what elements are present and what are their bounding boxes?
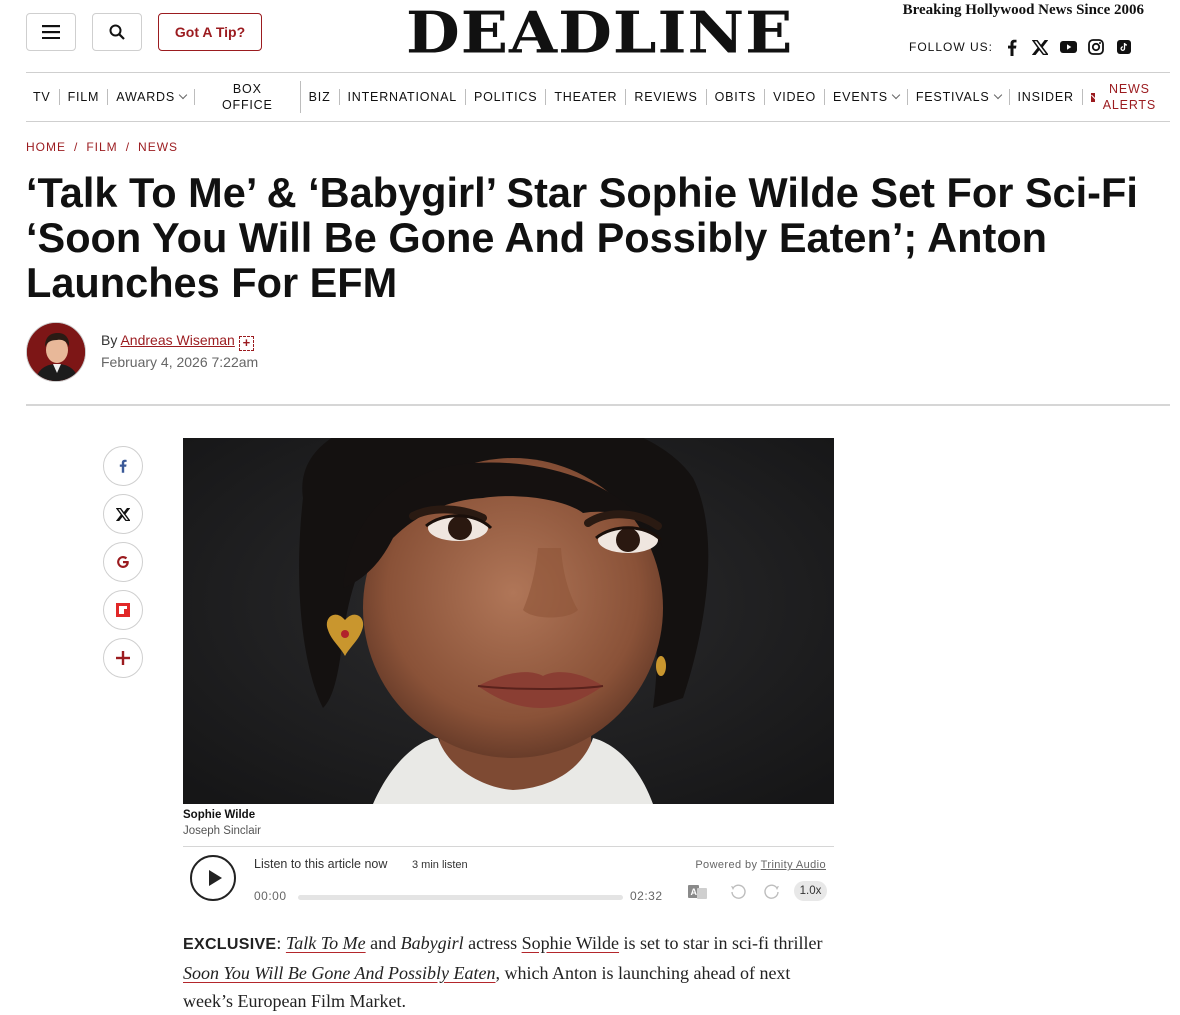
got-a-tip-button[interactable]: Got A Tip?: [158, 13, 262, 51]
share-flipboard-button[interactable]: [103, 590, 143, 630]
share-facebook-button[interactable]: [103, 446, 143, 486]
google-icon: [117, 556, 129, 568]
instagram-icon[interactable]: [1087, 38, 1105, 56]
author-avatar[interactable]: [26, 322, 86, 382]
share-more-button[interactable]: [103, 638, 143, 678]
nav-festivals-label: FESTIVALS: [915, 90, 990, 104]
menu-button[interactable]: [26, 13, 76, 51]
youtube-icon[interactable]: [1059, 38, 1077, 56]
x-icon: [116, 507, 130, 521]
nav-theater[interactable]: THEATER: [546, 89, 627, 105]
nav-box-office-line2: OFFICE: [222, 98, 273, 112]
search-button[interactable]: [92, 13, 142, 51]
actor-link-sophie-wilde[interactable]: Sophie Wilde: [522, 933, 619, 953]
audio-player: Listen to this article now 3 min listen …: [183, 846, 834, 910]
provider-link[interactable]: Trinity Audio: [761, 859, 826, 871]
breadcrumb-film[interactable]: FILM: [86, 140, 117, 154]
svg-text:A: A: [691, 887, 698, 897]
site-tagline: Breaking Hollywood News Since 2006: [902, 2, 1144, 18]
byline-divider: [26, 404, 1170, 406]
listen-duration-label: 3 min listen: [412, 859, 468, 871]
article-hero-image[interactable]: [183, 438, 834, 804]
chevron-down-icon: [178, 90, 188, 100]
breadcrumb-separator: /: [74, 140, 79, 154]
nav-obits[interactable]: OBITS: [707, 89, 766, 105]
image-credit: Joseph Sinclair: [183, 825, 261, 837]
nav-biz[interactable]: BIZ: [301, 89, 340, 105]
progress-bar[interactable]: [298, 895, 623, 900]
news-alerts-line1: NEWS: [1109, 82, 1150, 96]
nav-events[interactable]: EVENTS: [825, 89, 908, 105]
nav-box-office-line1: BOX: [232, 82, 262, 96]
social-links: [1003, 38, 1133, 56]
nav-film[interactable]: FILM: [60, 89, 109, 105]
film-title-babygirl: Babygirl: [400, 933, 464, 953]
nav-awards-label: AWARDS: [116, 90, 176, 104]
search-icon: [109, 24, 125, 40]
nav-awards[interactable]: AWARDS: [108, 89, 196, 105]
forward-icon[interactable]: [763, 883, 781, 901]
breadcrumb: HOME / FILM / NEWS: [26, 140, 178, 154]
hamburger-icon: [42, 25, 60, 39]
envelope-icon[interactable]: [1090, 92, 1095, 102]
article-body-paragraph: EXCLUSIVE: Talk To Me and Babygirl actre…: [183, 929, 843, 1015]
follow-author-plus-icon[interactable]: +: [238, 336, 254, 351]
breadcrumb-home[interactable]: HOME: [26, 140, 66, 154]
nav-insider[interactable]: INSIDER: [1010, 89, 1083, 105]
play-button[interactable]: [190, 855, 236, 901]
news-alerts-line2: ALERTS: [1102, 98, 1156, 112]
byline-by: By: [101, 332, 118, 348]
author-byline: By Andreas Wiseman +: [101, 332, 254, 351]
nav-festivals[interactable]: FESTIVALS: [908, 89, 1010, 105]
chevron-down-icon: [993, 90, 1002, 100]
film-link-soon-you-will-be-gone[interactable]: Soon You Will Be Gone And Possibly Eaten: [183, 963, 496, 983]
article-headline: ‘Talk To Me’ & ‘Babygirl’ Star Sophie Wi…: [26, 169, 1138, 306]
tiktok-icon[interactable]: [1115, 38, 1133, 56]
breadcrumb-news[interactable]: NEWS: [138, 140, 178, 154]
publish-date: February 4, 2026 7:22am: [101, 354, 259, 370]
duration-time: 02:32: [630, 889, 663, 903]
flipboard-icon: [116, 603, 130, 617]
powered-by: Powered by Trinity Audio: [695, 859, 826, 871]
nav-politics[interactable]: POLITICS: [466, 89, 547, 105]
rewind-icon[interactable]: [729, 883, 747, 901]
author-link[interactable]: Andreas Wiseman: [120, 332, 234, 348]
nav-reviews[interactable]: REVIEWS: [626, 89, 707, 105]
current-time: 00:00: [254, 889, 287, 903]
share-x-button[interactable]: [103, 494, 143, 534]
nav-box-office[interactable]: BOX OFFICE: [195, 81, 301, 113]
exclusive-label: EXCLUSIVE: [183, 936, 277, 953]
share-google-button[interactable]: [103, 542, 143, 582]
film-link-talk-to-me[interactable]: Talk To Me: [286, 933, 366, 953]
breadcrumb-separator: /: [125, 140, 131, 154]
chevron-down-icon: [891, 90, 901, 100]
plus-icon: [116, 651, 130, 665]
exclusive-colon: :: [276, 933, 282, 953]
listen-label: Listen to this article now: [254, 857, 388, 871]
body-text: and: [370, 933, 397, 953]
follow-us-label: FOLLOW US:: [909, 40, 994, 54]
nav-video[interactable]: VIDEO: [765, 89, 826, 105]
nav-tv[interactable]: TV: [26, 89, 60, 105]
image-caption: Sophie Wilde: [183, 809, 256, 821]
site-logo[interactable]: DEADLINE: [406, 2, 793, 64]
nav-international[interactable]: INTERNATIONAL: [340, 89, 466, 105]
x-icon[interactable]: [1031, 38, 1049, 56]
body-text: is set to star in sci-fi thriller: [623, 933, 823, 953]
main-nav: TV FILM AWARDS BOX OFFICE BIZ INTERNATION…: [26, 72, 1170, 122]
powered-by-label: Powered by: [695, 859, 758, 871]
nav-events-label: EVENTS: [833, 90, 888, 104]
translate-icon[interactable]: A: [688, 883, 708, 901]
facebook-icon[interactable]: [1003, 38, 1021, 56]
playback-speed-button[interactable]: 1.0x: [794, 881, 827, 901]
facebook-icon: [119, 459, 127, 473]
news-alerts-link[interactable]: NEWS ALERTS: [1103, 81, 1156, 113]
body-text: actress: [468, 933, 518, 953]
site-header: Got A Tip? DEADLINE Breaking Hollywood N…: [0, 0, 1180, 72]
